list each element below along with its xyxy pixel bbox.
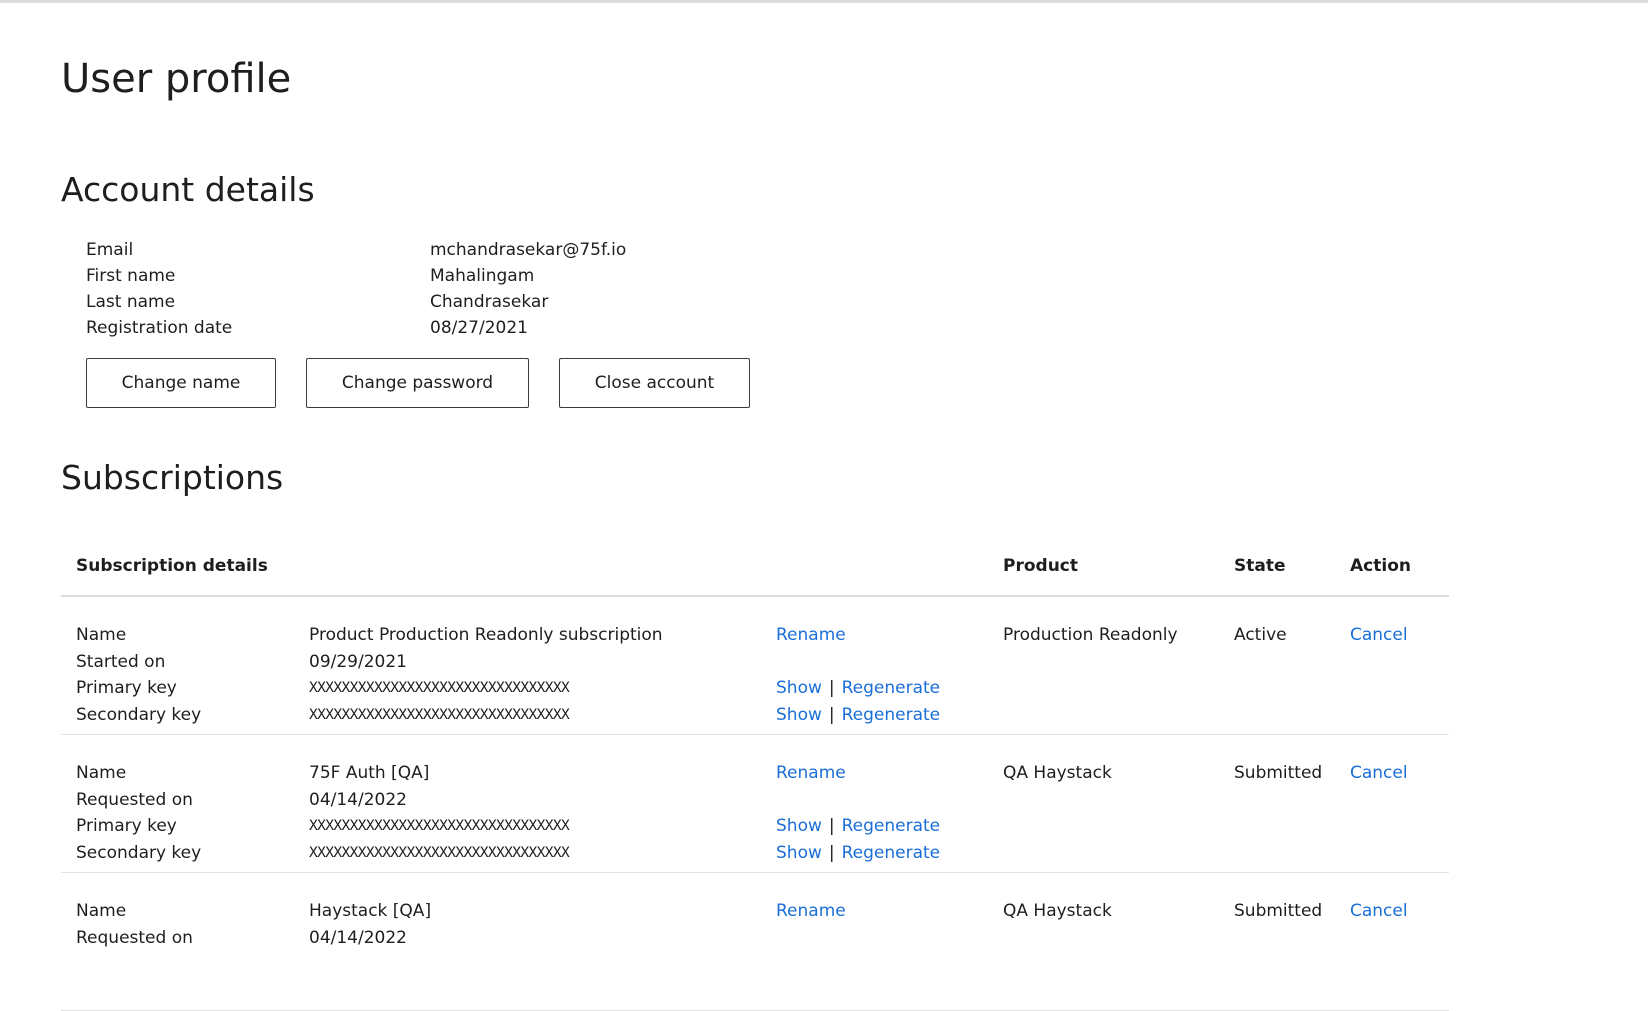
show-secondary-key-link[interactable]: Show xyxy=(776,705,822,725)
subscriptions-table: Subscription details Product State Actio… xyxy=(61,545,1449,1011)
row-values: Haystack [QA] 04/14/2022 xyxy=(309,898,431,951)
registration-date-value: 08/27/2021 xyxy=(430,318,528,338)
cancel-subscription-link[interactable]: Cancel xyxy=(1350,760,1408,786)
date-label: Requested on xyxy=(76,927,193,948)
date-label: Requested on xyxy=(76,789,193,810)
subscriptions-heading: Subscriptions xyxy=(61,458,284,497)
subscription-state: Submitted xyxy=(1234,901,1323,921)
first-name-value: Mahalingam xyxy=(430,266,535,286)
row-key-actions: Rename xyxy=(776,898,846,925)
row-values: Product Production Readonly subscription… xyxy=(309,622,663,728)
subscription-name: Haystack [QA] xyxy=(309,901,432,921)
column-header-state: State xyxy=(1234,556,1286,576)
table-row: Name Requested on Haystack [QA] 04/14/20… xyxy=(61,873,1449,1011)
column-header-action: Action xyxy=(1350,556,1411,576)
show-secondary-key-link[interactable]: Show xyxy=(776,843,822,863)
close-account-button[interactable]: Close account xyxy=(559,358,750,408)
registration-date-label: Registration date xyxy=(86,318,233,338)
product-name: QA Haystack xyxy=(1003,763,1112,783)
first-name-label: First name xyxy=(86,266,176,286)
last-name-label: Last name xyxy=(86,292,176,312)
subscription-date: 09/29/2021 xyxy=(309,651,407,672)
link-separator: | xyxy=(828,678,835,699)
regenerate-secondary-key-link[interactable]: Regenerate xyxy=(842,705,941,725)
show-primary-key-link[interactable]: Show xyxy=(776,678,822,698)
subscription-name: Product Production Readonly subscription xyxy=(309,625,663,645)
subscription-state: Submitted xyxy=(1234,763,1323,783)
subscription-date: 04/14/2022 xyxy=(309,789,407,810)
subscription-date: 04/14/2022 xyxy=(309,927,407,948)
rename-link[interactable]: Rename xyxy=(776,763,846,783)
row-labels: Name Requested on Primary key Secondary … xyxy=(76,760,201,866)
column-header-product: Product xyxy=(1003,556,1078,576)
email-value: mchandrasekar@75f.io xyxy=(430,240,627,260)
cancel-subscription-link[interactable]: Cancel xyxy=(1350,898,1408,924)
link-separator: | xyxy=(828,816,835,837)
secondary-key-label: Secondary key xyxy=(76,704,202,725)
table-header: Subscription details Product State Actio… xyxy=(61,545,1449,597)
account-details-heading: Account details xyxy=(61,170,315,209)
primary-key-value: XXXXXXXXXXXXXXXXXXXXXXXXXXXXXXXX xyxy=(309,680,570,697)
secondary-key-label: Secondary key xyxy=(76,842,202,863)
top-divider xyxy=(0,0,1648,3)
account-details-list: Email mchandrasekar@75f.io First name Ma… xyxy=(86,237,830,341)
subscription-state: Active xyxy=(1234,625,1287,645)
row-key-actions: Rename Show | Regenerate Show | Regenerate xyxy=(776,760,940,866)
name-label: Name xyxy=(76,763,127,783)
regenerate-primary-key-link[interactable]: Regenerate xyxy=(842,816,941,836)
page-title: User profile xyxy=(61,56,292,102)
row-key-actions: Rename Show | Regenerate Show | Regenerate xyxy=(776,622,940,728)
table-row: Name Requested on Primary key Secondary … xyxy=(61,735,1449,873)
account-actions: Change name Change password Close accoun… xyxy=(86,358,750,408)
rename-link[interactable]: Rename xyxy=(776,625,846,645)
last-name-value: Chandrasekar xyxy=(430,292,549,312)
show-primary-key-link[interactable]: Show xyxy=(776,816,822,836)
row-values: 75F Auth [QA] 04/14/2022 XXXXXXXXXXXXXXX… xyxy=(309,760,570,866)
primary-key-label: Primary key xyxy=(76,678,177,699)
primary-key-value: XXXXXXXXXXXXXXXXXXXXXXXXXXXXXXXX xyxy=(309,818,570,835)
change-password-button[interactable]: Change password xyxy=(306,358,529,408)
change-name-button[interactable]: Change name xyxy=(86,358,276,408)
name-label: Name xyxy=(76,901,127,921)
secondary-key-value: XXXXXXXXXXXXXXXXXXXXXXXXXXXXXXXX xyxy=(309,844,570,861)
rename-link[interactable]: Rename xyxy=(776,901,846,921)
column-header-details: Subscription details xyxy=(76,556,268,576)
product-name: Production Readonly xyxy=(1003,625,1178,645)
table-row: Name Started on Primary key Secondary ke… xyxy=(61,597,1449,735)
regenerate-secondary-key-link[interactable]: Regenerate xyxy=(842,843,941,863)
link-separator: | xyxy=(828,704,835,725)
product-name: QA Haystack xyxy=(1003,901,1112,921)
row-labels: Name Requested on xyxy=(76,898,193,951)
subscription-name: 75F Auth [QA] xyxy=(309,763,430,783)
primary-key-label: Primary key xyxy=(76,816,177,837)
cancel-subscription-link[interactable]: Cancel xyxy=(1350,622,1408,648)
row-labels: Name Started on Primary key Secondary ke… xyxy=(76,622,201,728)
date-label: Started on xyxy=(76,651,166,672)
name-label: Name xyxy=(76,625,127,645)
email-label: Email xyxy=(86,240,134,260)
link-separator: | xyxy=(828,842,835,863)
regenerate-primary-key-link[interactable]: Regenerate xyxy=(842,678,941,698)
secondary-key-value: XXXXXXXXXXXXXXXXXXXXXXXXXXXXXXXX xyxy=(309,706,570,723)
